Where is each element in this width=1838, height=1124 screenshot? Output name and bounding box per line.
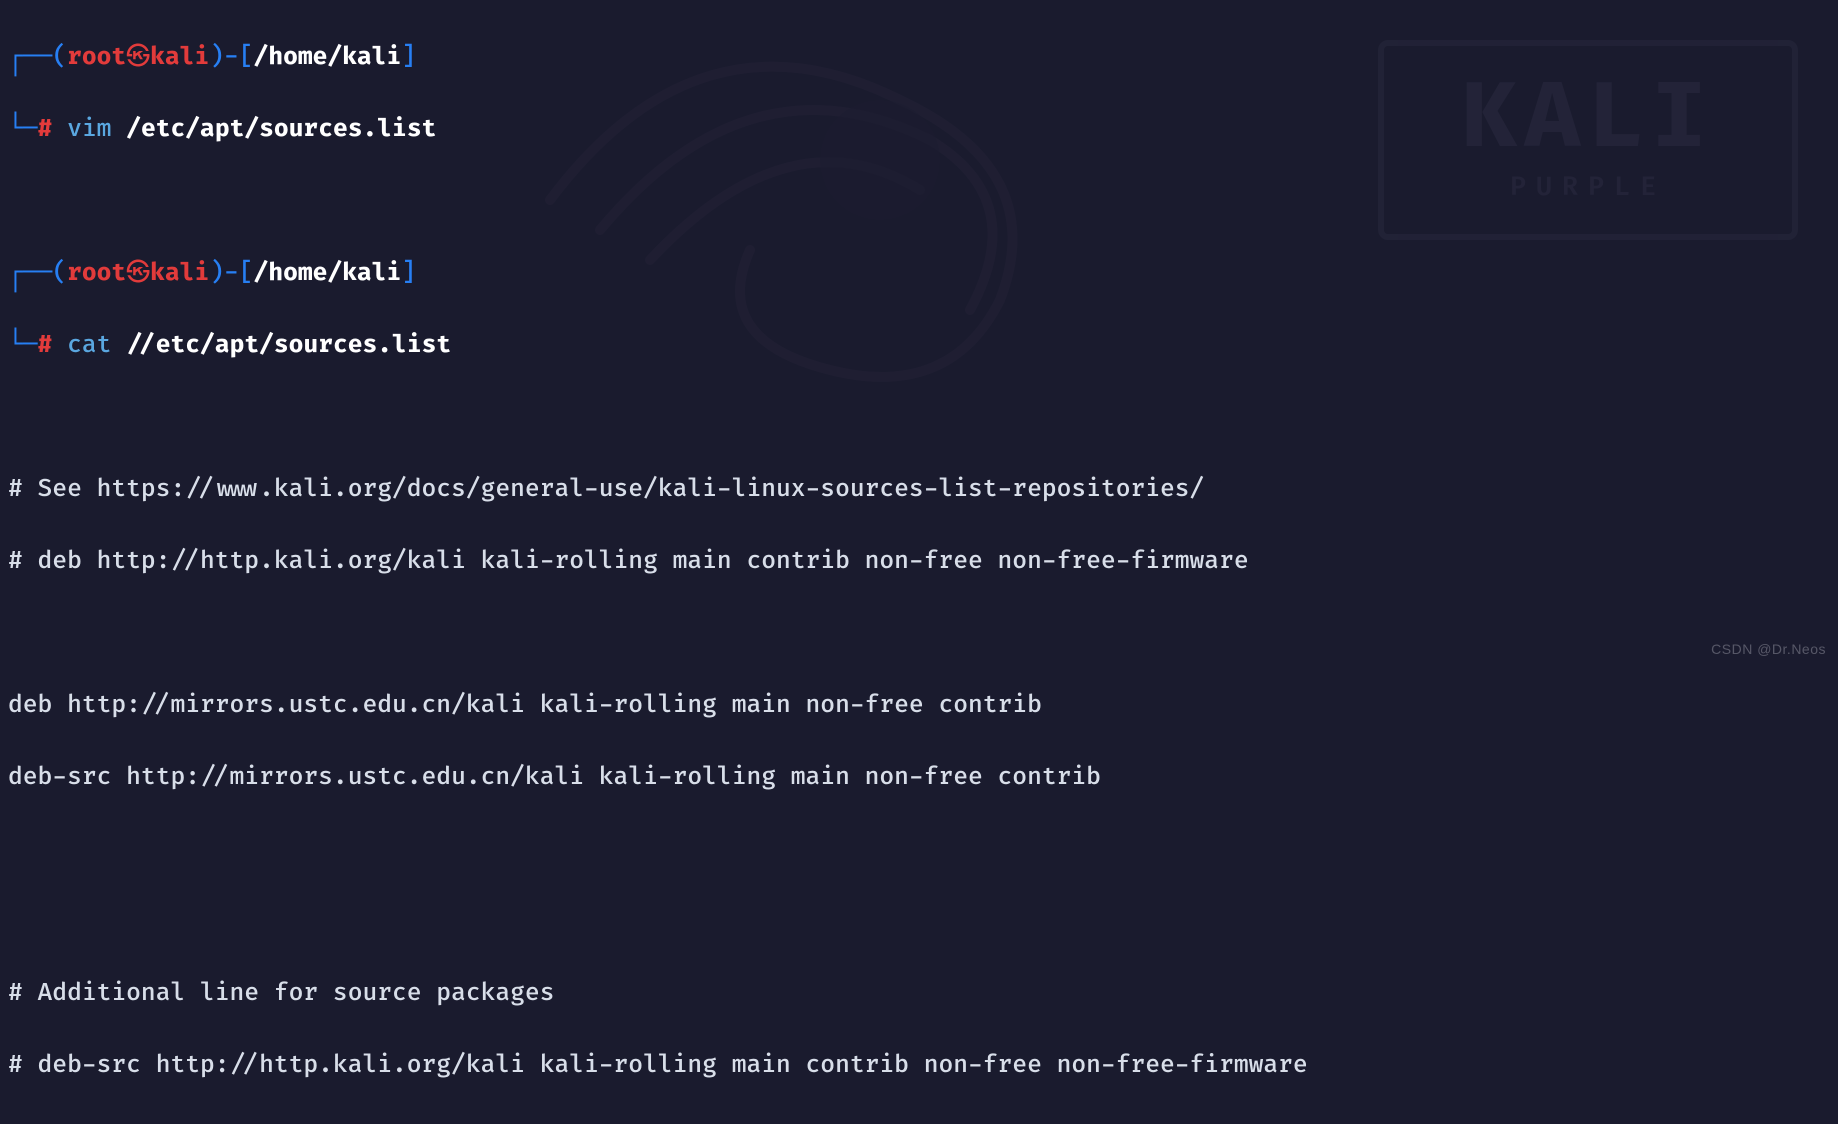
box-corner-bl-icon: └─ <box>8 115 38 144</box>
blank-line <box>8 184 1830 220</box>
command-name: vim <box>67 115 111 144</box>
paren-open: ( <box>52 43 67 72</box>
prompt-host: kali <box>150 43 209 72</box>
prompt-2-line-2: └─# cat //etc/apt/sources.list <box>8 328 1830 364</box>
file-output-line: # Additional line for source packages <box>8 976 1830 1012</box>
box-corner-bl-icon: └─ <box>8 331 38 360</box>
box-corner-tl-icon: ┌── <box>8 259 52 288</box>
bracket-close: ] <box>401 259 416 288</box>
prompt-2-line-1: ┌──(root㉿kali)-[/home/kali] <box>8 256 1830 292</box>
box-corner-tl-icon: ┌── <box>8 43 52 72</box>
file-output-line: # deb-src http://http.kali.org/kali kali… <box>8 1048 1830 1084</box>
watermark-text: CSDN @Dr.Neos <box>1711 639 1826 660</box>
bracket-open: [ <box>239 43 254 72</box>
prompt-user: root <box>67 43 126 72</box>
skull-icon: ㉿ <box>126 43 150 72</box>
file-output-line: deb-src http://mirrors.ustc.edu.cn/kali … <box>8 760 1830 796</box>
file-output-line <box>8 904 1830 940</box>
bracket-open: [ <box>239 259 254 288</box>
paren-open: ( <box>52 259 67 288</box>
paren-close: ) <box>209 259 224 288</box>
prompt-user: root <box>67 259 126 288</box>
prompt-1-line-1: ┌──(root㉿kali)-[/home/kali] <box>8 40 1830 76</box>
prompt-host: kali <box>150 259 209 288</box>
prompt-hash: # <box>38 115 53 144</box>
prompt-dash: - <box>224 259 239 288</box>
file-output-line <box>8 832 1830 868</box>
prompt-cwd: /home/kali <box>254 259 402 288</box>
prompt-dash: - <box>224 43 239 72</box>
command-arg: //etc/apt/sources.list <box>126 331 451 360</box>
prompt-cwd: /home/kali <box>254 43 402 72</box>
command-name: cat <box>67 331 111 360</box>
paren-close: ) <box>209 43 224 72</box>
bracket-close: ] <box>401 43 416 72</box>
file-output-line: deb http://mirrors.ustc.edu.cn/kali kali… <box>8 688 1830 724</box>
command-arg: /etc/apt/sources.list <box>126 115 436 144</box>
file-output-line: # deb http://http.kali.org/kali kali-rol… <box>8 544 1830 580</box>
prompt-hash: # <box>38 331 53 360</box>
file-output-line: # See https://www.kali.org/docs/general-… <box>8 472 1830 508</box>
prompt-1-line-2: └─# vim /etc/apt/sources.list <box>8 112 1830 148</box>
file-output-line <box>8 616 1830 652</box>
terminal-output[interactable]: ┌──(root㉿kali)-[/home/kali] └─# vim /etc… <box>0 0 1838 1124</box>
blank-line <box>8 400 1830 436</box>
skull-icon: ㉿ <box>126 259 150 288</box>
